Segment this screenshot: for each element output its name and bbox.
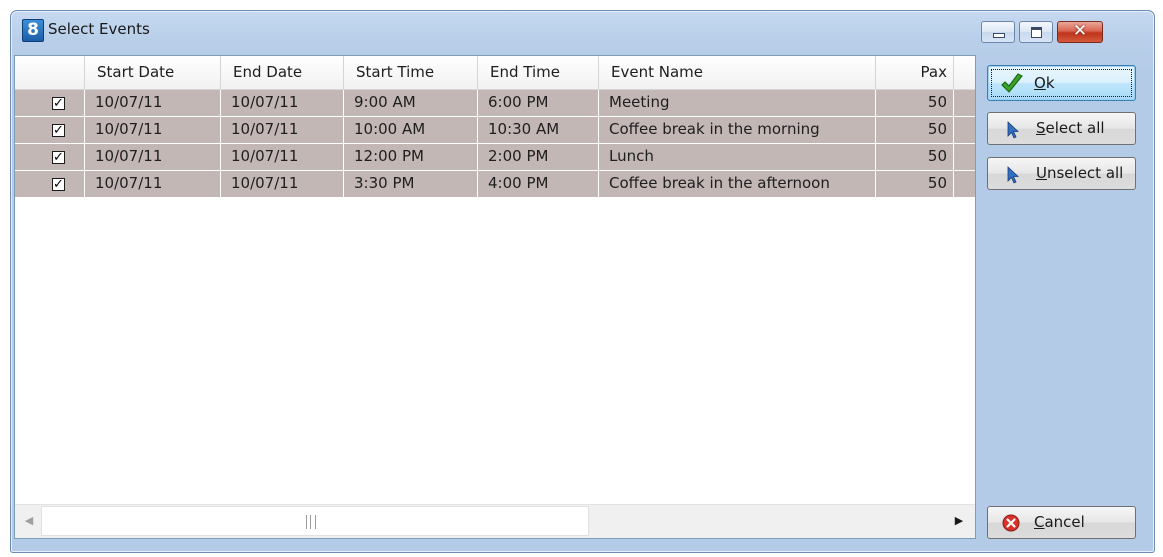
start-date-cell: 10/07/11 bbox=[85, 144, 221, 170]
event-name-cell: Lunch bbox=[599, 144, 876, 170]
row-checkbox[interactable]: ✓ bbox=[52, 97, 65, 110]
start-date-cell: 10/07/11 bbox=[85, 117, 221, 143]
row-checkbox[interactable]: ✓ bbox=[52, 151, 65, 164]
select-cell[interactable]: ✓ bbox=[15, 90, 85, 116]
unselect-all-button[interactable]: Unselect all bbox=[987, 157, 1136, 190]
close-button[interactable]: ✕ bbox=[1057, 21, 1103, 43]
pax-cell: 50 bbox=[876, 90, 954, 116]
table-row[interactable]: ✓ 10/07/11 10/07/11 12:00 PM 2:00 PM Lun… bbox=[15, 144, 975, 171]
events-grid[interactable]: Start Date End Date Start Time End Time … bbox=[14, 55, 976, 539]
end-date-cell: 10/07/11 bbox=[221, 144, 344, 170]
close-icon: ✕ bbox=[1072, 21, 1088, 41]
checkmark-icon bbox=[1001, 73, 1023, 93]
maximize-button[interactable] bbox=[1019, 21, 1053, 43]
end-time-cell: 2:00 PM bbox=[478, 144, 599, 170]
end-time-cell: 4:00 PM bbox=[478, 171, 599, 197]
cancel-x-icon bbox=[1002, 514, 1020, 532]
title-bar[interactable]: 8 Select Events ✕ bbox=[11, 11, 1154, 47]
event-name-cell: Meeting bbox=[599, 90, 876, 116]
table-row[interactable]: ✓ 10/07/11 10/07/11 3:30 PM 4:00 PM Coff… bbox=[15, 171, 975, 198]
select-cell[interactable]: ✓ bbox=[15, 171, 85, 197]
table-row[interactable]: ✓ 10/07/11 10/07/11 9:00 AM 6:00 PM Meet… bbox=[15, 90, 975, 117]
cursor-arrow-icon bbox=[1007, 121, 1020, 139]
scroll-right-arrow-icon[interactable]: ▶ bbox=[949, 511, 969, 531]
end-date-cell: 10/07/11 bbox=[221, 117, 344, 143]
grip-icon bbox=[306, 515, 316, 529]
event-name-cell: Coffee break in the morning bbox=[599, 117, 876, 143]
start-date-cell: 10/07/11 bbox=[85, 90, 221, 116]
grid-rows: ✓ 10/07/11 10/07/11 9:00 AM 6:00 PM Meet… bbox=[15, 90, 975, 198]
end-date-cell: 10/07/11 bbox=[221, 171, 344, 197]
select-all-button[interactable]: Select all bbox=[987, 112, 1136, 145]
start-time-cell: 9:00 AM bbox=[344, 90, 478, 116]
app-icon: 8 bbox=[22, 19, 44, 42]
start-time-cell: 10:00 AM bbox=[344, 117, 478, 143]
select-all-button-label: Select all bbox=[1036, 119, 1105, 137]
pax-cell: 50 bbox=[876, 144, 954, 170]
column-header-select[interactable] bbox=[15, 56, 85, 89]
column-header-end-time[interactable]: End Time bbox=[478, 56, 599, 89]
pax-cell: 50 bbox=[876, 117, 954, 143]
start-time-cell: 3:30 PM bbox=[344, 171, 478, 197]
window-title: Select Events bbox=[48, 20, 150, 38]
column-header-filler bbox=[954, 56, 975, 89]
minimize-button[interactable] bbox=[981, 21, 1015, 43]
column-header-event-name[interactable]: Event Name bbox=[599, 56, 876, 89]
ok-button-label: Ok bbox=[1034, 74, 1055, 92]
event-name-cell: Coffee break in the afternoon bbox=[599, 171, 876, 197]
grid-header: Start Date End Date Start Time End Time … bbox=[15, 56, 975, 90]
scroll-left-arrow-icon[interactable]: ◀ bbox=[19, 511, 39, 531]
end-date-cell: 10/07/11 bbox=[221, 90, 344, 116]
cancel-button[interactable]: Cancel bbox=[987, 506, 1136, 539]
select-cell[interactable]: ✓ bbox=[15, 117, 85, 143]
select-cell[interactable]: ✓ bbox=[15, 144, 85, 170]
minimize-icon bbox=[993, 33, 1005, 38]
row-checkbox[interactable]: ✓ bbox=[52, 178, 65, 191]
column-header-end-date[interactable]: End Date bbox=[221, 56, 344, 89]
start-time-cell: 12:00 PM bbox=[344, 144, 478, 170]
column-header-start-date[interactable]: Start Date bbox=[85, 56, 221, 89]
maximize-icon bbox=[1031, 27, 1042, 38]
end-time-cell: 6:00 PM bbox=[478, 90, 599, 116]
column-header-pax[interactable]: Pax bbox=[876, 56, 954, 89]
cancel-button-label: Cancel bbox=[1034, 513, 1085, 531]
filler-cell bbox=[954, 144, 975, 170]
row-checkbox[interactable]: ✓ bbox=[52, 124, 65, 137]
pax-cell: 50 bbox=[876, 171, 954, 197]
cursor-arrow-icon bbox=[1007, 166, 1020, 184]
horizontal-scrollbar[interactable]: ◀ ▶ bbox=[15, 504, 975, 538]
start-date-cell: 10/07/11 bbox=[85, 171, 221, 197]
filler-cell bbox=[954, 90, 975, 116]
filler-cell bbox=[954, 171, 975, 197]
scrollbar-thumb[interactable] bbox=[41, 506, 589, 536]
end-time-cell: 10:30 AM bbox=[478, 117, 599, 143]
unselect-all-button-label: Unselect all bbox=[1036, 164, 1124, 182]
filler-cell bbox=[954, 117, 975, 143]
ok-button[interactable]: Ok bbox=[987, 65, 1136, 101]
column-header-start-time[interactable]: Start Time bbox=[344, 56, 478, 89]
table-row[interactable]: ✓ 10/07/11 10/07/11 10:00 AM 10:30 AM Co… bbox=[15, 117, 975, 144]
